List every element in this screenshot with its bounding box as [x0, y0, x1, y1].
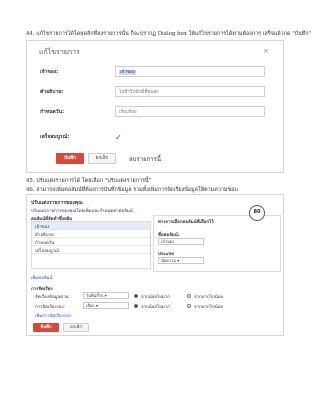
secondary-sort-label: การจัดเรียงรอง: — [35, 305, 66, 310]
add-sort-link[interactable]: เพิ่มการจัดเรียงรอง — [35, 312, 71, 319]
due-date-field[interactable]: เรียบร้อย — [115, 106, 265, 117]
owner-label: เจ้าของ: — [40, 69, 59, 75]
column-options-header: ทางการเลือกคอลัมน์ที่เลือกไว้ — [158, 220, 214, 225]
owner-value: เจ้าของ — [119, 70, 136, 75]
due-date-label: กำหนดวัน: — [40, 109, 65, 115]
dialog-title: แก้ไขรายการ — [39, 48, 80, 56]
type-label: ประเภท: — [158, 252, 175, 257]
step-45-text: 45. ปรับแต่งรายการได้ โดยเลือก "ปรับแต่ง… — [26, 178, 151, 184]
completed-checkbox[interactable]: ✓ — [115, 133, 122, 142]
secondary-sort-value: เลือก — [86, 303, 95, 308]
primary-sort-asc-radio[interactable] — [134, 294, 138, 298]
primary-sort-asc-label: จากน้อยไปมาก — [141, 295, 170, 300]
save-button[interactable]: บันทึก — [56, 153, 84, 164]
sort-header: การจัดเรียง — [31, 287, 53, 292]
primary-sort-select[interactable]: วันที่แก้ไข ▾ — [83, 292, 129, 299]
owner-field[interactable]: เจ้าของ — [115, 66, 265, 77]
edit-item-dialog: แก้ไขรายการ × เจ้าของ: เจ้าของ คำอธิบาย:… — [26, 40, 284, 173]
completed-label: เสร็จสมบูรณ์: — [40, 134, 70, 140]
customize-title: ปรับแต่งรายการของคุณ — [31, 200, 83, 206]
column-name-label: ชื่อคอลัมน์: — [158, 233, 180, 238]
delete-item-link[interactable]: ลบรายการนี้ — [129, 154, 161, 164]
column-item-completed[interactable]: เสร็จสมบูรณ์ — [32, 246, 150, 254]
step-badge: 80 — [249, 205, 265, 221]
step-46-text: 46. สามารถเพิ่มคอลัมน์ที่ต้องการบันทึกข้… — [26, 187, 238, 193]
cancel-button[interactable]: ยกเลิก — [88, 153, 116, 164]
primary-sort-label: จัดเรียงข้อมูลตาม: — [35, 295, 70, 300]
type-select[interactable]: ข้อความ ▾ — [158, 257, 204, 264]
type-value: ข้อความ — [161, 258, 176, 263]
customize-subtitle: ปรับแต่งรายการของคุณโดยเพิ่มและกำหนดค่าค… — [31, 209, 133, 214]
secondary-sort-desc-label: จากมากไปน้อย — [194, 305, 223, 310]
add-column-link[interactable]: เพิ่มคอลัมน์ — [31, 274, 52, 281]
secondary-sort-asc-label: จากน้อยไปมาก — [141, 305, 170, 310]
chevron-down-icon: ▾ — [104, 293, 107, 298]
secondary-sort-desc-radio[interactable] — [187, 304, 191, 308]
save-button[interactable]: บันทึก — [33, 323, 59, 332]
customize-list-panel: ปรับแต่งรายการของคุณ ปรับแต่งรายการของคุ… — [26, 194, 284, 336]
close-icon[interactable]: × — [263, 47, 269, 55]
column-name-input[interactable]: เจ้าของ — [158, 238, 204, 245]
step-44-text: 44. แก้ไขรายการได้โดยคลิกที่ลงรายการนั้น… — [26, 31, 312, 37]
cancel-button[interactable]: ยกเลิก — [63, 323, 89, 332]
column-options-panel: ทางการเลือกคอลัมน์ที่เลือกไว้ ชื่อคอลัมน… — [153, 215, 281, 272]
description-field[interactable]: ไปทำใบขับขี่ที่ขนส่ง — [115, 86, 265, 97]
chevron-down-icon: ▾ — [177, 258, 180, 263]
primary-sort-desc-label: จากมากไปน้อย — [194, 295, 223, 300]
primary-sort-desc-radio[interactable] — [187, 294, 191, 298]
column-item-description[interactable]: คำอธิบาย — [32, 230, 150, 238]
secondary-sort-select[interactable]: เลือก ▾ — [83, 302, 129, 309]
description-label: คำอธิบาย: — [40, 89, 64, 95]
secondary-sort-asc-radio[interactable] — [134, 304, 138, 308]
column-item-due-date[interactable]: กำหนดวัน — [32, 238, 150, 246]
primary-sort-value: วันที่แก้ไข — [86, 293, 104, 298]
column-item-owner[interactable]: เจ้าของ — [32, 222, 150, 230]
columns-list: เจ้าของ คำอธิบาย กำหนดวัน เสร็จสมบูรณ์ — [31, 221, 151, 269]
chevron-down-icon: ▾ — [95, 303, 98, 308]
